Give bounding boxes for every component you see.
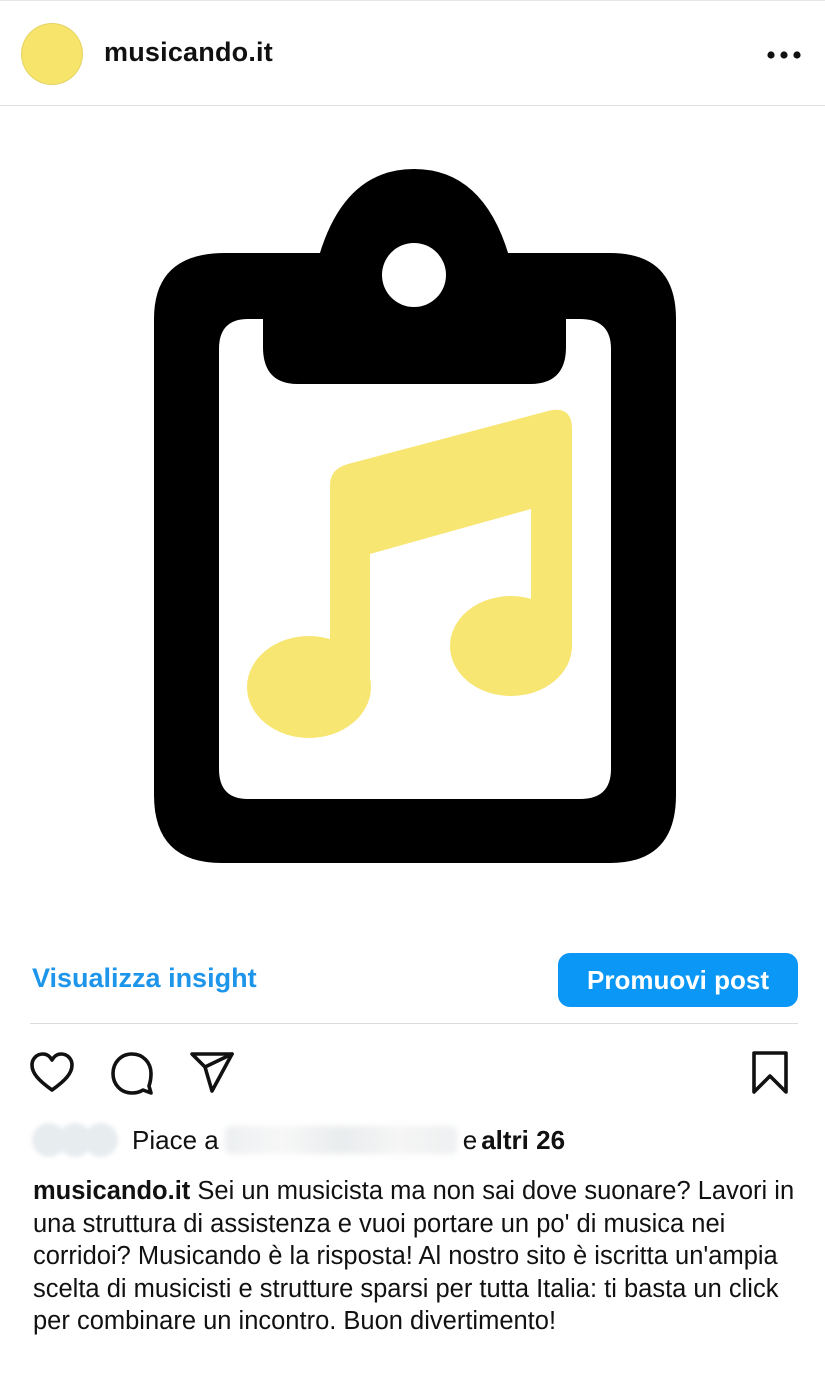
comment-bubble-icon bbox=[111, 1052, 153, 1095]
post-caption: musicando.it Sei un musicista ma non sai… bbox=[33, 1175, 803, 1338]
music-note bbox=[247, 409, 572, 738]
paper-plane-icon bbox=[190, 1052, 234, 1093]
header-username[interactable]: musicando.it bbox=[104, 37, 273, 68]
view-insights-link[interactable]: Visualizza insight bbox=[32, 963, 257, 994]
more-horizontal-icon bbox=[767, 51, 801, 59]
likes-others-count[interactable]: altri 26 bbox=[481, 1125, 565, 1156]
caption-username[interactable]: musicando.it bbox=[33, 1177, 190, 1205]
avatar[interactable] bbox=[21, 23, 83, 85]
save-button[interactable] bbox=[746, 1049, 794, 1097]
divider bbox=[30, 1023, 798, 1024]
clipboard-music-note-icon bbox=[154, 169, 676, 863]
liker-avatars bbox=[30, 1120, 122, 1160]
likes-connector: e bbox=[462, 1124, 478, 1155]
share-button[interactable] bbox=[188, 1049, 236, 1097]
blurred-liker-name bbox=[224, 1126, 457, 1154]
like-button[interactable] bbox=[28, 1049, 76, 1097]
post-image[interactable] bbox=[0, 107, 825, 933]
likes-prefix: Piace a bbox=[132, 1124, 219, 1155]
post-header: musicando.it bbox=[0, 0, 825, 106]
likes-summary[interactable]: Piace a e altri 26 bbox=[30, 1120, 565, 1160]
promote-post-button[interactable]: Promuovi post bbox=[558, 953, 798, 1007]
comment-button[interactable] bbox=[108, 1049, 156, 1097]
heart-icon bbox=[30, 1052, 74, 1092]
more-options-button[interactable] bbox=[760, 41, 808, 69]
clip-hole bbox=[382, 243, 446, 307]
bookmark-icon bbox=[752, 1051, 788, 1094]
